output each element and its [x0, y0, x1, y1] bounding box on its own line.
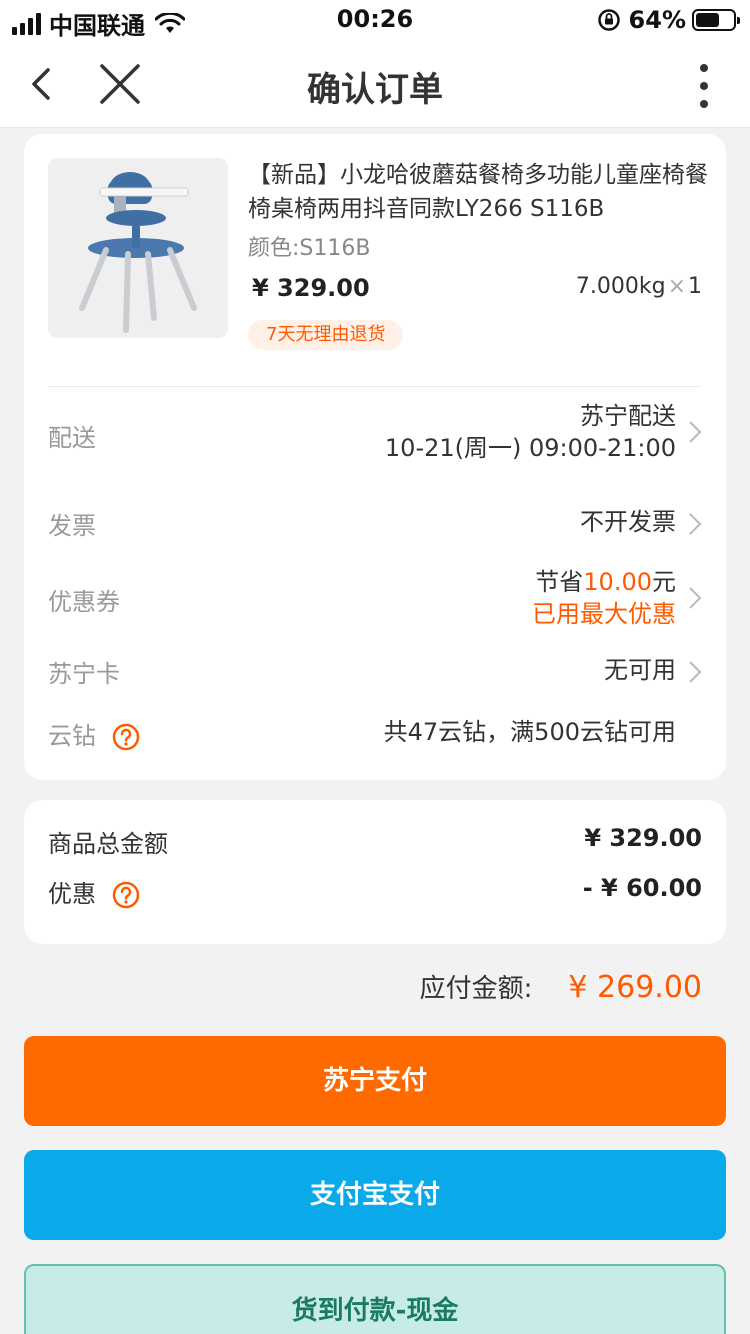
product-weight-qty: 7.000kg×1 [576, 274, 702, 299]
invoice-label: 发票 [48, 512, 96, 540]
price-summary-card: 商品总金额 ¥ 329.00 优惠 - ¥ 60.00 [24, 800, 726, 944]
coupon-value: 节省10.00元 已用最大优惠 [532, 566, 676, 630]
product-price: ¥ 329.00 [252, 274, 370, 302]
battery-percent: 64% [628, 6, 686, 34]
payable-amount-row: 应付金额: ¥ 269.00 [420, 968, 702, 1005]
cloud-diamond-label-text: 云钻 [48, 722, 96, 750]
more-vertical-icon[interactable] [692, 64, 716, 108]
order-card: 【新品】小龙哈彼蘑菇餐椅多功能儿童座椅餐椅桌椅两用抖音同款LY266 S116B… [24, 134, 726, 780]
delivery-label: 配送 [48, 424, 96, 452]
delivery-method: 苏宁配送 [580, 402, 676, 430]
discount-label-text: 优惠 [48, 880, 96, 908]
invoice-value: 不开发票 [580, 508, 676, 536]
product-title[interactable]: 【新品】小龙哈彼蘑菇餐椅多功能儿童座椅餐椅桌椅两用抖音同款LY266 S116B [248, 158, 708, 226]
coupon-label: 优惠券 [48, 588, 120, 616]
help-icon[interactable] [112, 881, 140, 909]
coupon-row[interactable]: 优惠券 节省10.00元 已用最大优惠 [48, 566, 702, 630]
delivery-time: 10-21(周一) 09:00-21:00 [384, 434, 676, 462]
battery-icon [692, 9, 740, 31]
chevron-right-icon [689, 421, 702, 443]
total-value: ¥ 329.00 [584, 824, 702, 852]
product-image[interactable] [48, 158, 228, 338]
nav-bar: 确认订单 [0, 40, 750, 128]
product-color: 颜色:S116B [248, 236, 371, 261]
suning-card-label: 苏宁卡 [48, 660, 120, 688]
delivery-value: 苏宁配送 10-21(周一) 09:00-21:00 [385, 400, 676, 464]
discount-label: 优惠 [48, 874, 140, 909]
discount-value: - ¥ 60.00 [582, 874, 702, 902]
coupon-note: 已用最大优惠 [532, 600, 676, 628]
cloud-diamond-value: 共47云钻，满500云钻可用 [383, 718, 676, 746]
suning-card-value: 无可用 [604, 656, 676, 684]
payable-amount: ¥ 269.00 [568, 970, 702, 1005]
product-quantity: 1 [688, 274, 702, 299]
coupon-saving-prefix: 节省 [535, 568, 584, 596]
coupon-saving-suffix: 元 [652, 568, 676, 596]
delivery-row[interactable]: 配送 苏宁配送 10-21(周一) 09:00-21:00 [48, 400, 702, 464]
coupon-saving: 节省10.00元 [532, 566, 676, 598]
quantity-multiply-icon: × [667, 274, 686, 299]
product-weight-value: 7.000kg [575, 274, 666, 299]
page-title: 确认订单 [307, 70, 443, 110]
high-chair-image [48, 158, 228, 338]
chevron-right-icon [689, 587, 702, 609]
cloud-diamond-label: 云钻 [48, 716, 140, 751]
payable-label: 应付金额: [419, 974, 533, 1004]
total-label: 商品总金额 [48, 830, 168, 858]
rotation-lock-icon [597, 9, 620, 31]
battery-fill [696, 13, 720, 27]
chevron-right-icon [689, 513, 702, 535]
help-icon[interactable] [112, 723, 140, 751]
status-right: 64% [597, 6, 740, 34]
suning-card-row[interactable]: 苏宁卡 无可用 [48, 652, 702, 692]
status-bar: 中国联通 00:26 64% [0, 0, 750, 40]
alipay-button[interactable]: 支付宝支付 [24, 1150, 726, 1240]
divider [48, 386, 702, 387]
cash-on-delivery-button[interactable]: 货到付款-现金 [24, 1264, 726, 1334]
coupon-amount: 10.00 [583, 568, 652, 596]
invoice-row[interactable]: 发票 不开发票 [48, 504, 702, 544]
cloud-diamond-row: 云钻 共47云钻，满500云钻可用 [48, 714, 702, 754]
return-policy-badge: 7天无理由退货 [248, 320, 404, 350]
suning-pay-button[interactable]: 苏宁支付 [24, 1036, 726, 1126]
chevron-right-icon [689, 661, 702, 683]
